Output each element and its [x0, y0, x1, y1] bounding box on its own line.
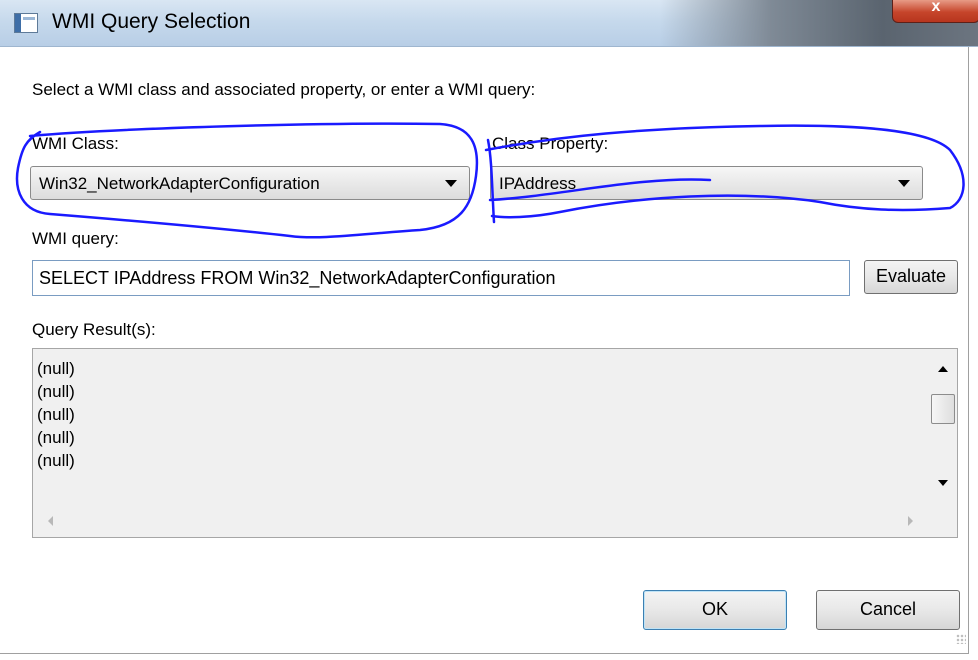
evaluate-button[interactable]: Evaluate	[864, 260, 958, 294]
instruction-text: Select a WMI class and associated proper…	[32, 80, 536, 99]
list-item: (null)	[37, 451, 75, 470]
query-results-list[interactable]: (null) (null) (null) (null) (null)	[32, 348, 958, 538]
title-bar[interactable]: WMI Query Selection x	[0, 0, 978, 47]
horizontal-scrollbar[interactable]	[34, 507, 928, 535]
window-app-icon	[14, 13, 38, 33]
class-property-dropdown[interactable]: IPAddress	[490, 166, 923, 200]
wmi-query-label: WMI query:	[32, 229, 119, 248]
ok-button[interactable]: OK	[643, 590, 787, 630]
cancel-button[interactable]: Cancel	[816, 590, 960, 630]
scroll-right-arrow-icon[interactable]	[908, 516, 913, 526]
chevron-down-icon	[445, 180, 457, 187]
class-property-label: Class Property:	[492, 134, 609, 153]
list-item: (null)	[37, 382, 75, 401]
class-property-selected: IPAddress	[499, 174, 577, 193]
scroll-left-arrow-icon[interactable]	[48, 516, 53, 526]
list-item: (null)	[37, 405, 75, 424]
list-item: (null)	[37, 428, 75, 447]
scroll-up-arrow-icon[interactable]	[938, 366, 948, 372]
query-results-label: Query Result(s):	[32, 320, 156, 339]
results-rows: (null) (null) (null) (null) (null)	[37, 357, 75, 472]
scroll-thumb[interactable]	[931, 394, 955, 424]
wmi-class-label: WMI Class:	[32, 134, 119, 153]
vertical-scrollbar[interactable]	[929, 350, 957, 504]
resize-grip[interactable]	[956, 634, 966, 644]
scroll-down-arrow-icon[interactable]	[938, 480, 948, 486]
wmi-query-input[interactable]	[39, 268, 839, 289]
list-item: (null)	[37, 359, 75, 378]
wmi-class-selected: Win32_NetworkAdapterConfiguration	[39, 174, 320, 193]
chevron-down-icon	[898, 180, 910, 187]
close-icon: x	[931, 0, 941, 15]
close-button[interactable]: x	[892, 0, 978, 23]
wmi-class-dropdown[interactable]: Win32_NetworkAdapterConfiguration	[30, 166, 470, 200]
window-title: WMI Query Selection	[52, 10, 251, 33]
wmi-query-field[interactable]	[32, 260, 850, 296]
